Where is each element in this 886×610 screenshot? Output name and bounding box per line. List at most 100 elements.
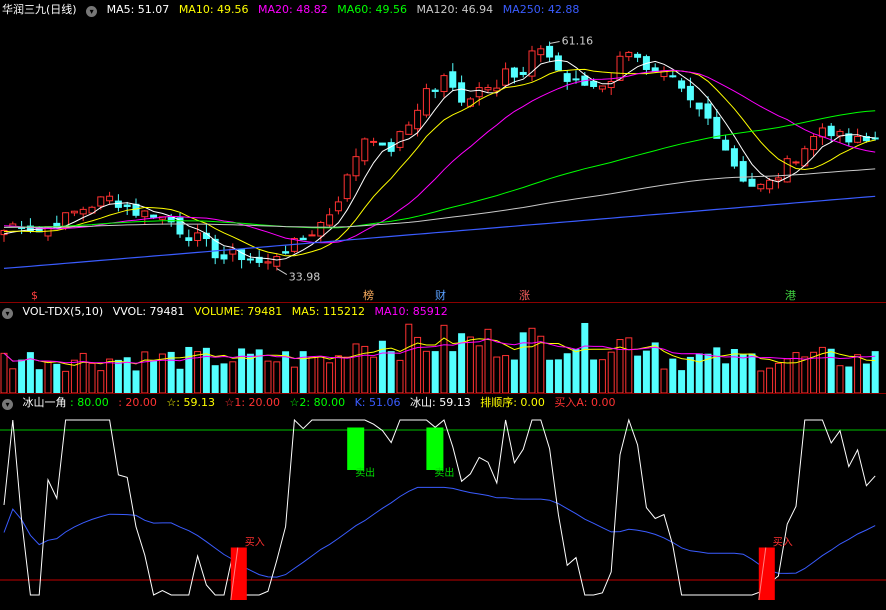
- collapse-icon[interactable]: ▾: [86, 6, 98, 17]
- candle-body: [185, 237, 193, 241]
- candle: [475, 82, 483, 106]
- volume-bar: [801, 356, 809, 394]
- candle-body: [678, 80, 686, 89]
- collapse-icon[interactable]: ▾: [2, 308, 13, 319]
- candle: [431, 88, 439, 99]
- candle-body: [572, 78, 580, 81]
- ma10-label: MA10: 49.56: [178, 3, 249, 16]
- indicator-panel: 买入 卖出 卖出买入: [0, 418, 886, 601]
- ind-v4: ☆1: 20.00: [224, 396, 281, 409]
- candle-body: [686, 85, 694, 101]
- candle-body: [554, 55, 562, 71]
- candle: [563, 70, 571, 90]
- buy-bar: [230, 547, 247, 600]
- volume-bar: [695, 353, 703, 394]
- volume-bar: [642, 350, 650, 394]
- volume-bar: [97, 370, 105, 394]
- candle: [484, 84, 492, 93]
- candle-body: [739, 161, 747, 182]
- candle-body: [150, 214, 158, 218]
- candle-body: [114, 200, 122, 208]
- candle: [722, 134, 730, 151]
- volume-bar: [475, 345, 483, 394]
- candle-body: [79, 208, 87, 215]
- candle-body: [396, 131, 404, 148]
- volume-bar: [554, 359, 562, 394]
- candle-body: [748, 178, 756, 187]
- volume-bar: [651, 342, 659, 394]
- volume-bar: [862, 363, 870, 394]
- candle-body: [774, 177, 782, 181]
- volume-bar: [678, 370, 686, 394]
- vol-ma10-label: MA10: 85912: [374, 305, 448, 318]
- candle: [334, 196, 342, 215]
- candle-body: [502, 68, 510, 86]
- volume-bar: [502, 355, 510, 394]
- event-marker: 榜: [363, 288, 374, 302]
- candle-body: [563, 73, 571, 82]
- sell-signal: 卖出: [426, 427, 454, 479]
- volume-bar: [62, 370, 70, 394]
- event-marker: 涨: [519, 289, 530, 302]
- candle-body: [519, 71, 527, 75]
- volume-bar: [572, 349, 580, 394]
- ind-name: 冰山一角: [22, 396, 67, 409]
- volume-bar: [686, 356, 694, 394]
- candle-body: [132, 203, 140, 216]
- candle: [625, 51, 633, 62]
- sell-signal: 卖出: [347, 427, 375, 479]
- volume-bar: [0, 352, 8, 394]
- volume-bar: [9, 368, 17, 394]
- candle-body: [616, 55, 624, 81]
- vol-ma5-label: MA5: 115212: [291, 305, 366, 318]
- candle-body: [722, 139, 730, 151]
- sell-label: 卖出: [355, 466, 375, 479]
- candle: [299, 235, 307, 241]
- volume-bar: [510, 359, 518, 394]
- volume-bar: [871, 351, 879, 394]
- stock-title: 华润三九(日线): [2, 3, 77, 16]
- collapse-icon[interactable]: ▾: [2, 399, 13, 410]
- candle-body: [264, 261, 272, 264]
- volume-bar: [440, 324, 448, 394]
- event-marker: 财: [435, 288, 446, 302]
- candle: [695, 102, 703, 117]
- indicator-header: ▾ 冰山一角 : 80.00 : 20.00 ☆: 59.13 ☆1: 20.0…: [2, 395, 621, 411]
- volume-label: VOLUME: 79481: [194, 305, 283, 318]
- candle-body: [123, 204, 131, 207]
- candle-body: [537, 48, 545, 56]
- candle: [246, 253, 254, 264]
- low-label: 33.98: [289, 271, 321, 284]
- volume-bar: [537, 335, 545, 394]
- volume-bar: [396, 359, 404, 394]
- volume-bar: [264, 360, 272, 394]
- candle: [739, 156, 747, 183]
- candle: [554, 52, 562, 71]
- volume-bar: [35, 369, 43, 394]
- candle-body: [370, 140, 378, 143]
- volume-bar: [590, 359, 598, 394]
- buy-label: 买入: [245, 537, 265, 549]
- candle: [818, 123, 826, 145]
- event-marker: 港: [785, 289, 796, 302]
- candle: [123, 201, 131, 215]
- candle-body: [440, 75, 448, 93]
- volume-bar: [722, 363, 730, 394]
- candle: [748, 172, 756, 187]
- candle: [871, 131, 879, 141]
- candle: [405, 121, 413, 135]
- candle: [106, 191, 114, 205]
- buy-signal: 买入: [230, 537, 265, 601]
- ma5-label: MA5: 51.07: [106, 3, 170, 16]
- volume-bar: [352, 343, 360, 394]
- candle-body: [704, 103, 712, 119]
- ind-v9: 买入A: 0.00: [554, 396, 616, 409]
- volume-bar: [114, 359, 122, 394]
- candle: [660, 66, 668, 81]
- volume-bar: [150, 360, 158, 394]
- candle: [414, 103, 422, 137]
- buy-signal: 买入: [758, 537, 793, 601]
- candle-body: [792, 161, 800, 164]
- volume-panel: [0, 322, 879, 394]
- volume-bar: [757, 370, 765, 394]
